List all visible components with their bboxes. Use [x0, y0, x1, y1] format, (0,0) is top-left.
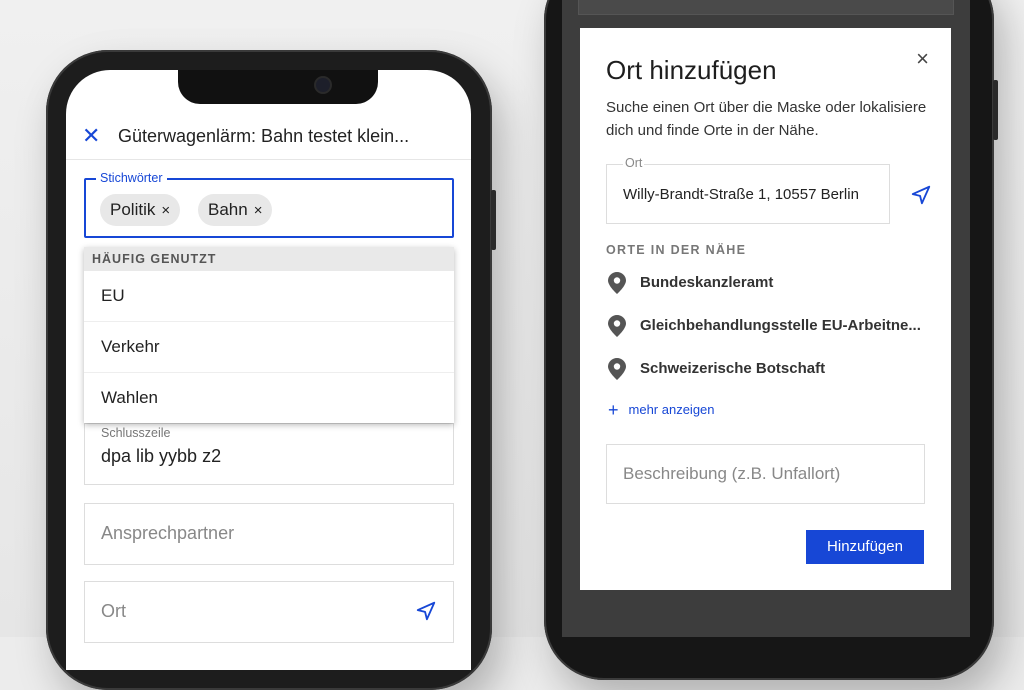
location-arrow-icon[interactable] [415, 600, 437, 627]
frequent-keywords-dropdown: HÄUFIG GENUTZT EU Verkehr Wahlen [84, 247, 454, 423]
keyword-chip[interactable]: Politik × [100, 194, 181, 226]
left-screen: ✕ Güterwagenlärm: Bahn testet klein... S… [66, 70, 471, 670]
place-name: Schweizerische Botschaft [640, 360, 826, 377]
close-icon[interactable]: × [916, 46, 929, 72]
close-icon[interactable]: ✕ [82, 125, 100, 147]
map-pin-icon [608, 315, 626, 342]
location-arrow-icon[interactable] [910, 184, 932, 211]
ort-label: Ort [623, 156, 645, 170]
map-pin-icon [608, 358, 626, 385]
dialog-title: Ort hinzufügen [606, 55, 777, 85]
side-button [993, 80, 998, 140]
camera-icon [316, 78, 330, 92]
schlusszeile-label: Schlusszeile [101, 426, 171, 440]
chip-label: Politik [110, 200, 156, 219]
show-more-label: mehr anzeigen [628, 402, 715, 417]
editor-header: ✕ Güterwagenlärm: Bahn testet klein... [66, 117, 471, 160]
add-button[interactable]: Hinzufügen [806, 530, 924, 564]
schlusszeile-field[interactable]: Schlusszeile dpa lib yybb z2 [84, 423, 454, 485]
ort-field[interactable]: Ort [84, 581, 454, 643]
chip-remove-icon[interactable]: × [254, 202, 263, 219]
ort-value: Willy-Brandt-Straße 1, 10557 Berlin [623, 186, 859, 203]
add-location-dialog: Ort hinzufügen × Suche einen Ort über di… [580, 28, 951, 590]
dropdown-item[interactable]: EU [84, 271, 454, 322]
show-more-link[interactable]: + mehr anzeigen [608, 400, 715, 421]
background-bar [578, 0, 954, 15]
description-placeholder: Beschreibung (z.B. Unfallort) [623, 464, 841, 483]
keyword-chip[interactable]: Bahn × [198, 194, 273, 226]
keywords-label: Stichwörter [96, 171, 167, 185]
ort-placeholder: Ort [101, 601, 126, 621]
dropdown-item[interactable]: Verkehr [84, 322, 454, 373]
article-title: Güterwagenlärm: Bahn testet klein... [118, 126, 410, 146]
chip-remove-icon[interactable]: × [161, 202, 170, 219]
dropdown-heading: HÄUFIG GENUTZT [84, 247, 454, 271]
description-input[interactable]: Beschreibung (z.B. Unfallort) [606, 444, 925, 504]
ort-input[interactable]: Ort Willy-Brandt-Straße 1, 10557 Berlin [606, 156, 890, 224]
dialog-description: Suche einen Ort über die Maske oder loka… [606, 99, 927, 139]
side-button [491, 190, 496, 250]
place-name: Gleichbehandlungsstelle EU-Arbeitne... [640, 317, 921, 334]
nearby-heading: ORTE IN DER NÄHE [606, 243, 747, 257]
schlusszeile-value: dpa lib yybb z2 [101, 446, 222, 466]
ansprechpartner-placeholder: Ansprechpartner [101, 523, 235, 543]
map-pin-icon [608, 272, 626, 299]
plus-icon: + [608, 400, 619, 420]
ansprechpartner-field[interactable]: Ansprechpartner [84, 503, 454, 565]
phone-notch [178, 70, 378, 104]
chip-label: Bahn [208, 200, 248, 219]
place-name: Bundeskanzleramt [640, 274, 774, 291]
dropdown-item[interactable]: Wahlen [84, 373, 454, 423]
